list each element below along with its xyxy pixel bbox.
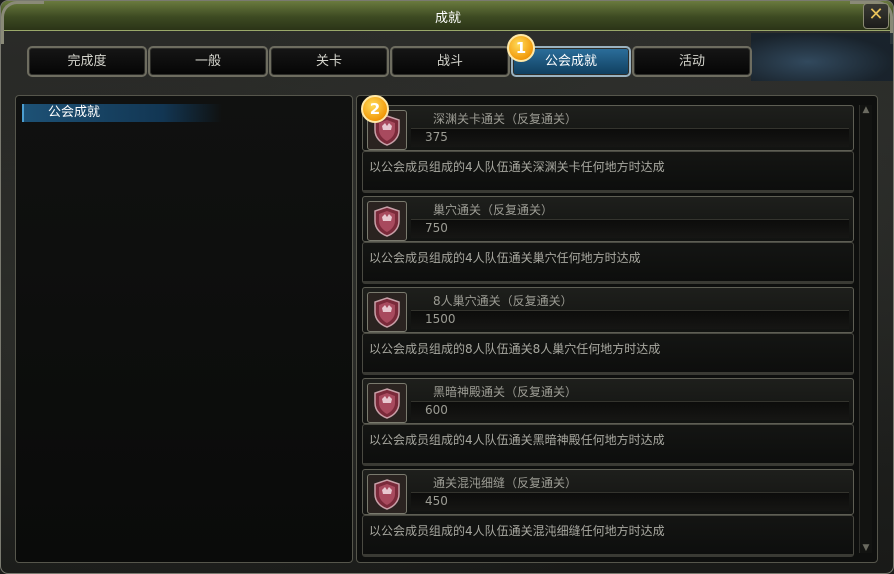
achievement-card: 巢穴通关（反复通关） 750 以公会成员组成的4人队伍通关巢穴任何地方时达成 [362, 196, 854, 284]
tab-combat[interactable]: 战斗 [390, 46, 510, 77]
achievement-window: 成就 ✕ 完成度 一般 关卡 战斗 公会成就 活动 1 公会成就 ▲ ▼ 深渊关… [0, 0, 894, 574]
tab-stages[interactable]: 关卡 [269, 46, 389, 77]
callout-badge-1: 1 [507, 34, 535, 62]
guild-shield-icon [367, 292, 407, 332]
achievement-description: 以公会成员组成的4人队伍通关混沌细缝任何地方时达成 [369, 524, 665, 538]
achievement-name: 黑暗神殿通关（反复通关） [433, 385, 578, 399]
achievement-header: 深渊关卡通关（反复通关） 375 [362, 105, 854, 151]
scroll-down-icon[interactable]: ▼ [860, 543, 872, 553]
tab-events[interactable]: 活动 [632, 46, 752, 77]
achievement-description: 以公会成员组成的4人队伍通关深渊关卡任何地方时达成 [369, 160, 665, 174]
achievement-description-box: 以公会成员组成的4人队伍通关混沌细缝任何地方时达成 [362, 515, 854, 557]
tab-general[interactable]: 一般 [148, 46, 268, 77]
points-bar [411, 219, 849, 238]
window-title: 成就 [434, 11, 461, 26]
tree-item-guild-achievements[interactable]: 公会成就 [22, 104, 222, 122]
achievement-card: 黑暗神殿通关（反复通关） 600 以公会成员组成的4人队伍通关黑暗神殿任何地方时… [362, 378, 854, 466]
frame-corner-left [1, 1, 44, 44]
close-button[interactable]: ✕ [863, 3, 889, 29]
guild-shield-icon [367, 201, 407, 241]
achievement-header: 通关混沌细缝（反复通关） 450 [362, 469, 854, 515]
achievement-description: 以公会成员组成的4人队伍通关黑暗神殿任何地方时达成 [369, 433, 665, 447]
achievement-name: 8人巢穴通关（反复通关） [433, 294, 573, 308]
list-scrollbar[interactable]: ▲ ▼ [859, 105, 872, 553]
points-bar [411, 128, 849, 147]
achievement-name: 深渊关卡通关（反复通关） [433, 112, 578, 126]
guild-shield-icon [367, 474, 407, 514]
achievement-header: 黑暗神殿通关（反复通关） 600 [362, 378, 854, 424]
scroll-up-icon[interactable]: ▲ [860, 105, 872, 115]
guild-shield-icon [367, 383, 407, 423]
achievement-name: 巢穴通关（反复通关） [433, 203, 554, 217]
achievement-description-box: 以公会成员组成的4人队伍通关巢穴任何地方时达成 [362, 242, 854, 284]
category-tree-panel: 公会成就 [15, 95, 353, 563]
title-bar[interactable]: 成就 [1, 1, 893, 31]
achievement-description: 以公会成员组成的8人队伍通关8人巢穴任何地方时达成 [369, 342, 661, 356]
tab-completion[interactable]: 完成度 [27, 46, 147, 77]
achievement-points: 450 [425, 494, 448, 508]
achievement-header: 巢穴通关（反复通关） 750 [362, 196, 854, 242]
achievement-card: 通关混沌细缝（反复通关） 450 以公会成员组成的4人队伍通关混沌细缝任何地方时… [362, 469, 854, 557]
achievement-card: 8人巢穴通关（反复通关） 1500 以公会成员组成的8人队伍通关8人巢穴任何地方… [362, 287, 854, 375]
achievement-description-box: 以公会成员组成的8人队伍通关8人巢穴任何地方时达成 [362, 333, 854, 375]
achievement-points: 600 [425, 403, 448, 417]
achievement-description-box: 以公会成员组成的4人队伍通关黑暗神殿任何地方时达成 [362, 424, 854, 466]
background-scene [751, 33, 893, 81]
achievement-description: 以公会成员组成的4人队伍通关巢穴任何地方时达成 [369, 251, 641, 265]
points-bar [411, 401, 849, 420]
achievement-card: 深渊关卡通关（反复通关） 375 以公会成员组成的4人队伍通关深渊关卡任何地方时… [362, 105, 854, 193]
achievement-description-box: 以公会成员组成的4人队伍通关深渊关卡任何地方时达成 [362, 151, 854, 193]
achievement-name: 通关混沌细缝（反复通关） [433, 476, 578, 490]
achievement-points: 375 [425, 130, 448, 144]
achievement-header: 8人巢穴通关（反复通关） 1500 [362, 287, 854, 333]
points-bar [411, 492, 849, 511]
points-bar [411, 310, 849, 329]
achievement-points: 1500 [425, 312, 456, 326]
achievement-points: 750 [425, 221, 448, 235]
callout-badge-2: 2 [361, 95, 389, 123]
